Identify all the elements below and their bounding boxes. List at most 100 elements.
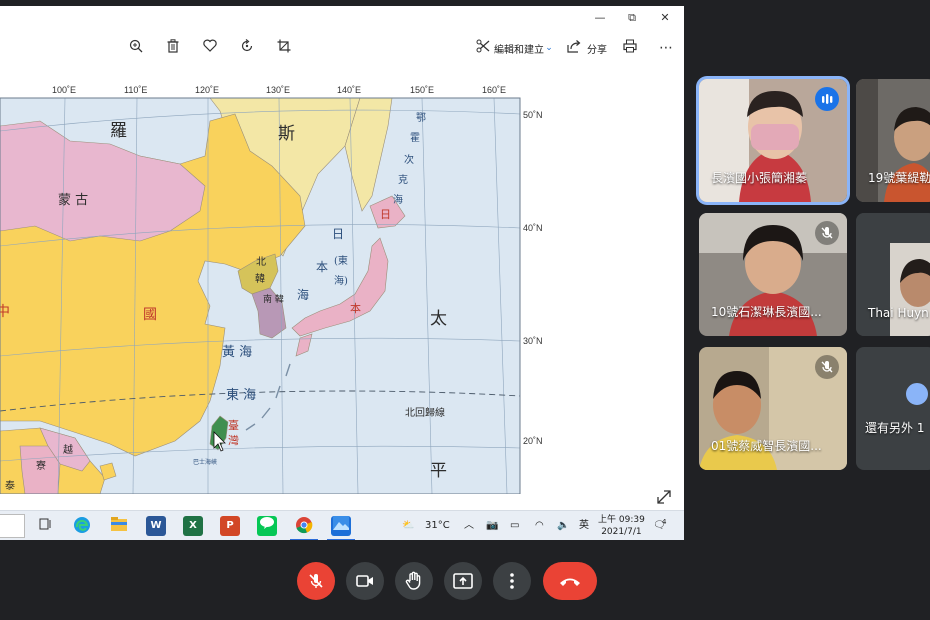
- participant-tile[interactable]: 10號石潔琳長濱國...: [699, 213, 847, 336]
- okhotsk-label: 克: [398, 174, 408, 186]
- thailand-label: 泰: [5, 479, 15, 492]
- pacific-label-tai: 太: [430, 309, 447, 329]
- okhotsk-label: 霍: [410, 132, 420, 144]
- participant-tile[interactable]: Thai Huyn: [856, 213, 930, 336]
- east-china-sea-label: 東 海: [226, 387, 256, 403]
- powerpoint-app-icon[interactable]: P: [220, 516, 240, 536]
- sea-of-japan-label: (東: [334, 254, 348, 267]
- task-view-icon[interactable]: [35, 516, 55, 536]
- present-screen-button[interactable]: [444, 562, 482, 600]
- yellow-sea-label: 黃 海: [222, 345, 252, 360]
- lon-label: 120˚E: [195, 85, 219, 95]
- zoom-in-icon[interactable]: [127, 39, 145, 57]
- sea-of-japan-label: 日: [332, 227, 344, 241]
- microphone-toggle-button[interactable]: [297, 562, 335, 600]
- speaking-indicator-icon: [815, 87, 839, 111]
- lat-label: 40˚N: [523, 223, 543, 233]
- clock-time: 上午 09:39: [598, 515, 645, 525]
- image-viewer: 100˚E 110˚E 120˚E 130˚E 140˚E 150˚E 160˚…: [0, 66, 684, 510]
- participant-name: Thai Huyn: [868, 306, 929, 320]
- clock-date: 2021/7/1: [601, 527, 642, 537]
- volume-icon[interactable]: 🔈: [557, 511, 569, 540]
- photos-app-icon[interactable]: [327, 516, 355, 540]
- file-explorer-icon[interactable]: [109, 516, 129, 536]
- rotate-icon[interactable]: [238, 39, 256, 57]
- favorite-heart-icon[interactable]: [201, 39, 219, 57]
- edge-browser-icon[interactable]: [72, 516, 92, 536]
- participant-tile[interactable]: 19號葉緹勒: [856, 79, 930, 202]
- weather-icon[interactable]: ⛅: [402, 511, 414, 540]
- taiwan-label: 臺: [228, 418, 239, 432]
- edit-create-button[interactable]: 編輯和建立: [494, 41, 544, 56]
- chevron-down-icon[interactable]: ⌄: [540, 39, 558, 57]
- mongolia-label: 蒙 古: [58, 193, 88, 208]
- photos-toolbar: 編輯和建立 ⌄ 分享 ⋯: [0, 30, 684, 66]
- participant-name: 01號蔡威智長濱國...: [711, 439, 822, 453]
- camera-tray-icon[interactable]: 📷: [486, 511, 498, 540]
- meet-window: — ⧉ ✕ 編輯和建立 ⌄ 分享 ⋯ 100˚E 110˚E 120˚E 130…: [0, 0, 930, 620]
- lon-label: 130˚E: [266, 85, 290, 95]
- leave-call-button[interactable]: [543, 562, 597, 600]
- russia-label-si: 斯: [278, 124, 295, 144]
- raise-hand-button[interactable]: [395, 562, 433, 600]
- more-vertical-icon: [510, 573, 514, 589]
- participant-tile[interactable]: 01號蔡威智長濱國...: [699, 347, 847, 470]
- east-asia-map: 100˚E 110˚E 120˚E 130˚E 140˚E 150˚E 160˚…: [0, 66, 557, 494]
- lon-label: 150˚E: [410, 85, 434, 95]
- wifi-icon[interactable]: ◠: [535, 511, 544, 540]
- lat-label: 30˚N: [523, 336, 543, 346]
- restore-button[interactable]: ⧉: [624, 10, 640, 26]
- china-label-zhong: 中: [0, 304, 10, 320]
- excel-app-icon[interactable]: X: [183, 516, 203, 536]
- russia-label-luo: 羅: [110, 121, 127, 141]
- lat-label: 20˚N: [523, 436, 543, 446]
- okhotsk-label: 鄂: [416, 112, 426, 124]
- tropic-of-cancer-label: 北回歸線: [405, 406, 445, 419]
- crop-icon[interactable]: [275, 39, 293, 57]
- more-options-button[interactable]: [493, 562, 531, 600]
- chevron-up-icon[interactable]: ︿: [464, 511, 474, 540]
- lon-label: 160˚E: [482, 85, 506, 95]
- battery-icon[interactable]: ▭: [510, 511, 519, 540]
- camera-toggle-button[interactable]: [346, 562, 384, 600]
- shared-screen: — ⧉ ✕ 編輯和建立 ⌄ 分享 ⋯ 100˚E 110˚E 120˚E 130…: [0, 6, 684, 540]
- sea-of-japan-label: 本: [316, 260, 328, 274]
- share-icon[interactable]: [565, 39, 583, 57]
- fullscreen-expand-icon[interactable]: [656, 489, 676, 509]
- korea-sea-label: 海: [297, 287, 309, 302]
- present-icon: [453, 573, 473, 589]
- taiwan-label: 灣: [228, 434, 239, 447]
- edit-create-icon[interactable]: [474, 39, 492, 57]
- minimize-button[interactable]: —: [592, 10, 608, 26]
- share-button[interactable]: 分享: [587, 41, 607, 56]
- bashi-channel-label: 巴士海峽: [193, 458, 217, 466]
- japan-label-ben: 本: [350, 301, 361, 315]
- raise-hand-icon: [405, 571, 421, 590]
- lat-label: 50˚N: [523, 110, 543, 120]
- mic-off-icon: [309, 574, 323, 588]
- more-options-icon[interactable]: ⋯: [657, 39, 675, 57]
- line-app-icon[interactable]: [257, 516, 277, 536]
- vietnam-label: 越: [63, 443, 73, 456]
- weather-temperature[interactable]: 31°C: [425, 511, 450, 540]
- chrome-browser-icon[interactable]: [290, 516, 318, 540]
- participant-avatar: [904, 381, 930, 407]
- delete-icon[interactable]: [164, 39, 182, 57]
- close-button[interactable]: ✕: [657, 10, 673, 26]
- photos-title-bar: — ⧉ ✕: [0, 6, 684, 30]
- lon-label: 110˚E: [124, 85, 147, 95]
- word-app-icon[interactable]: W: [146, 516, 166, 536]
- mic-muted-icon: [815, 221, 839, 245]
- lon-label: 140˚E: [337, 85, 361, 95]
- more-participants-label: 還有另外 1: [865, 421, 925, 435]
- input-method-indicator[interactable]: 英: [579, 511, 589, 540]
- more-participants-tile[interactable]: 還有另外 1: [856, 347, 930, 470]
- participant-name: 10號石潔琳長濱國...: [711, 305, 822, 319]
- participant-tile[interactable]: 長濱國小張簡湘蓁: [699, 79, 847, 202]
- participant-name: 19號葉緹勒: [868, 171, 930, 185]
- laos-label: 寮: [36, 459, 46, 472]
- okhotsk-label: 海: [393, 193, 403, 206]
- taskbar-clock[interactable]: 上午 09:39 2021/7/1: [598, 514, 645, 538]
- taskbar-search-box[interactable]: [0, 514, 25, 538]
- print-icon[interactable]: [621, 39, 639, 57]
